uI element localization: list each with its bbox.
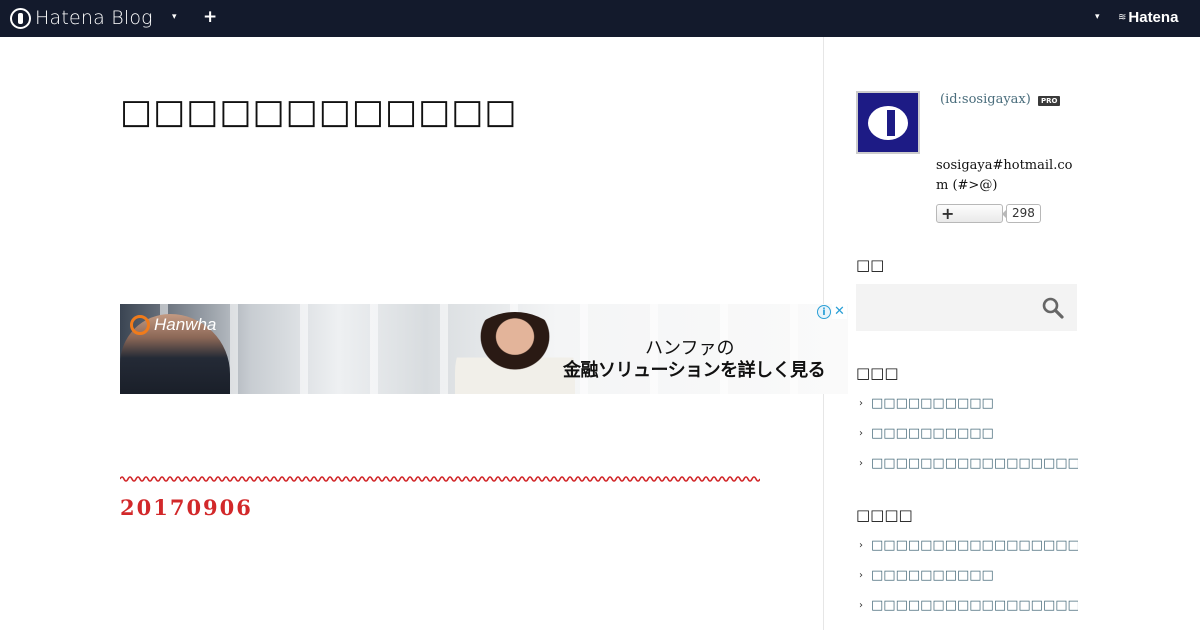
list-item[interactable]: › □□□□□□□□□□	[856, 560, 1078, 590]
chevron-right-icon: ›	[859, 569, 863, 581]
hatena-blog-logo[interactable]: Hatena Blog	[10, 7, 153, 29]
logo-text: Hatena Blog	[35, 7, 153, 29]
avatar-image	[868, 105, 908, 140]
hatena-text: Hatena	[1128, 9, 1179, 26]
chevron-right-icon: ›	[859, 599, 863, 611]
entry-link[interactable]: □□□□□□□□□□□□□□□□□□□□	[871, 538, 1078, 553]
ad-brand-logo: Hanwha	[130, 315, 216, 335]
user-id-link[interactable]: (id:sosigayax)	[940, 92, 1031, 107]
chevron-right-icon: ›	[859, 457, 863, 469]
list-item[interactable]: › □□□□□□□□□□□□□□□□□□□□	[856, 448, 1078, 478]
profile-description: sosigaya#hotmail.com (#>@)	[936, 158, 1073, 193]
search-icon[interactable]	[1042, 297, 1064, 319]
entry-date[interactable]: 20170906	[120, 495, 253, 520]
recent-entries-module-title: □□□□	[856, 506, 913, 524]
avatar[interactable]	[856, 91, 920, 154]
chevron-right-icon: ›	[859, 539, 863, 551]
hatena-blog-logo-icon	[10, 7, 31, 29]
link-text[interactable]: □□□□□□□□□□□□□□□□□□□□	[871, 456, 1078, 471]
search-module-title: □□	[856, 256, 885, 274]
wavy-divider	[120, 476, 760, 482]
advertisement-banner[interactable]: Hanwha ハンファの 金融ソリューションを詳しく見る i ✕	[120, 304, 848, 394]
write-new-post-icon[interactable]: +	[203, 7, 217, 27]
entry-link[interactable]: □□□□□□□□□□□□□□□□□□□□□□	[871, 598, 1078, 613]
entry-link[interactable]: □□□□□□□□□□	[871, 568, 994, 583]
link-text[interactable]: □□□□□□□□□□	[871, 426, 994, 441]
chevron-right-icon: ›	[859, 397, 863, 409]
list-item[interactable]: › □□□□□□□□□□	[856, 388, 1078, 418]
chevron-right-icon: ›	[859, 427, 863, 439]
list-item[interactable]: › □□□□□□□□□□□□□□□□□□□□□□	[856, 590, 1078, 620]
blog-title[interactable]: □□□□□□□□□□□□	[120, 92, 518, 132]
list-item[interactable]: › □□□□□□□□□□	[856, 418, 1078, 448]
ad-headline-2: 金融ソリューションを詳しく見る	[563, 360, 826, 381]
main-content: □□□□□□□□□□□□ Hanwha ハンファの 金融ソリューションを詳しく見…	[0, 37, 848, 630]
search-box	[856, 284, 1077, 331]
links-list: › □□□□□□□□□□ › □□□□□□□□□□ › □□□□□□□□□□□□□□□…	[856, 388, 1078, 478]
global-header: Hatena Blog ▾ + ▾ ≋ Hatena	[0, 0, 1200, 37]
links-module-title: □□□	[856, 364, 899, 382]
hatena-logo-icon: ≋	[1118, 11, 1126, 23]
recent-entries-list: › □□□□□□□□□□□□□□□□□□□□ › □□□□□□□□□□ › □□□□□…	[856, 530, 1078, 620]
subscriber-count[interactable]: 298	[1002, 204, 1041, 223]
blog-menu-dropdown-icon[interactable]: ▾	[172, 12, 177, 22]
ad-brand-text: Hanwha	[154, 315, 217, 334]
account-menu-dropdown-icon[interactable]: ▾	[1095, 12, 1100, 22]
link-text[interactable]: □□□□□□□□□□	[871, 396, 994, 411]
hanwha-logo-icon	[130, 315, 150, 335]
sidebar: (id:sosigayax) PRO sosigaya#hotmail.com …	[856, 37, 1078, 630]
list-item[interactable]: › □□□□□□□□□□□□□□□□□□□□	[856, 530, 1078, 560]
adchoices-icon[interactable]: i	[817, 305, 831, 319]
search-input[interactable]	[856, 284, 1036, 331]
pro-badge: PRO	[1038, 96, 1061, 106]
ad-close-icon[interactable]: ✕	[832, 304, 847, 319]
subscribe-button[interactable]: +	[936, 204, 1003, 223]
hatena-link[interactable]: ≋ Hatena	[1118, 9, 1178, 26]
